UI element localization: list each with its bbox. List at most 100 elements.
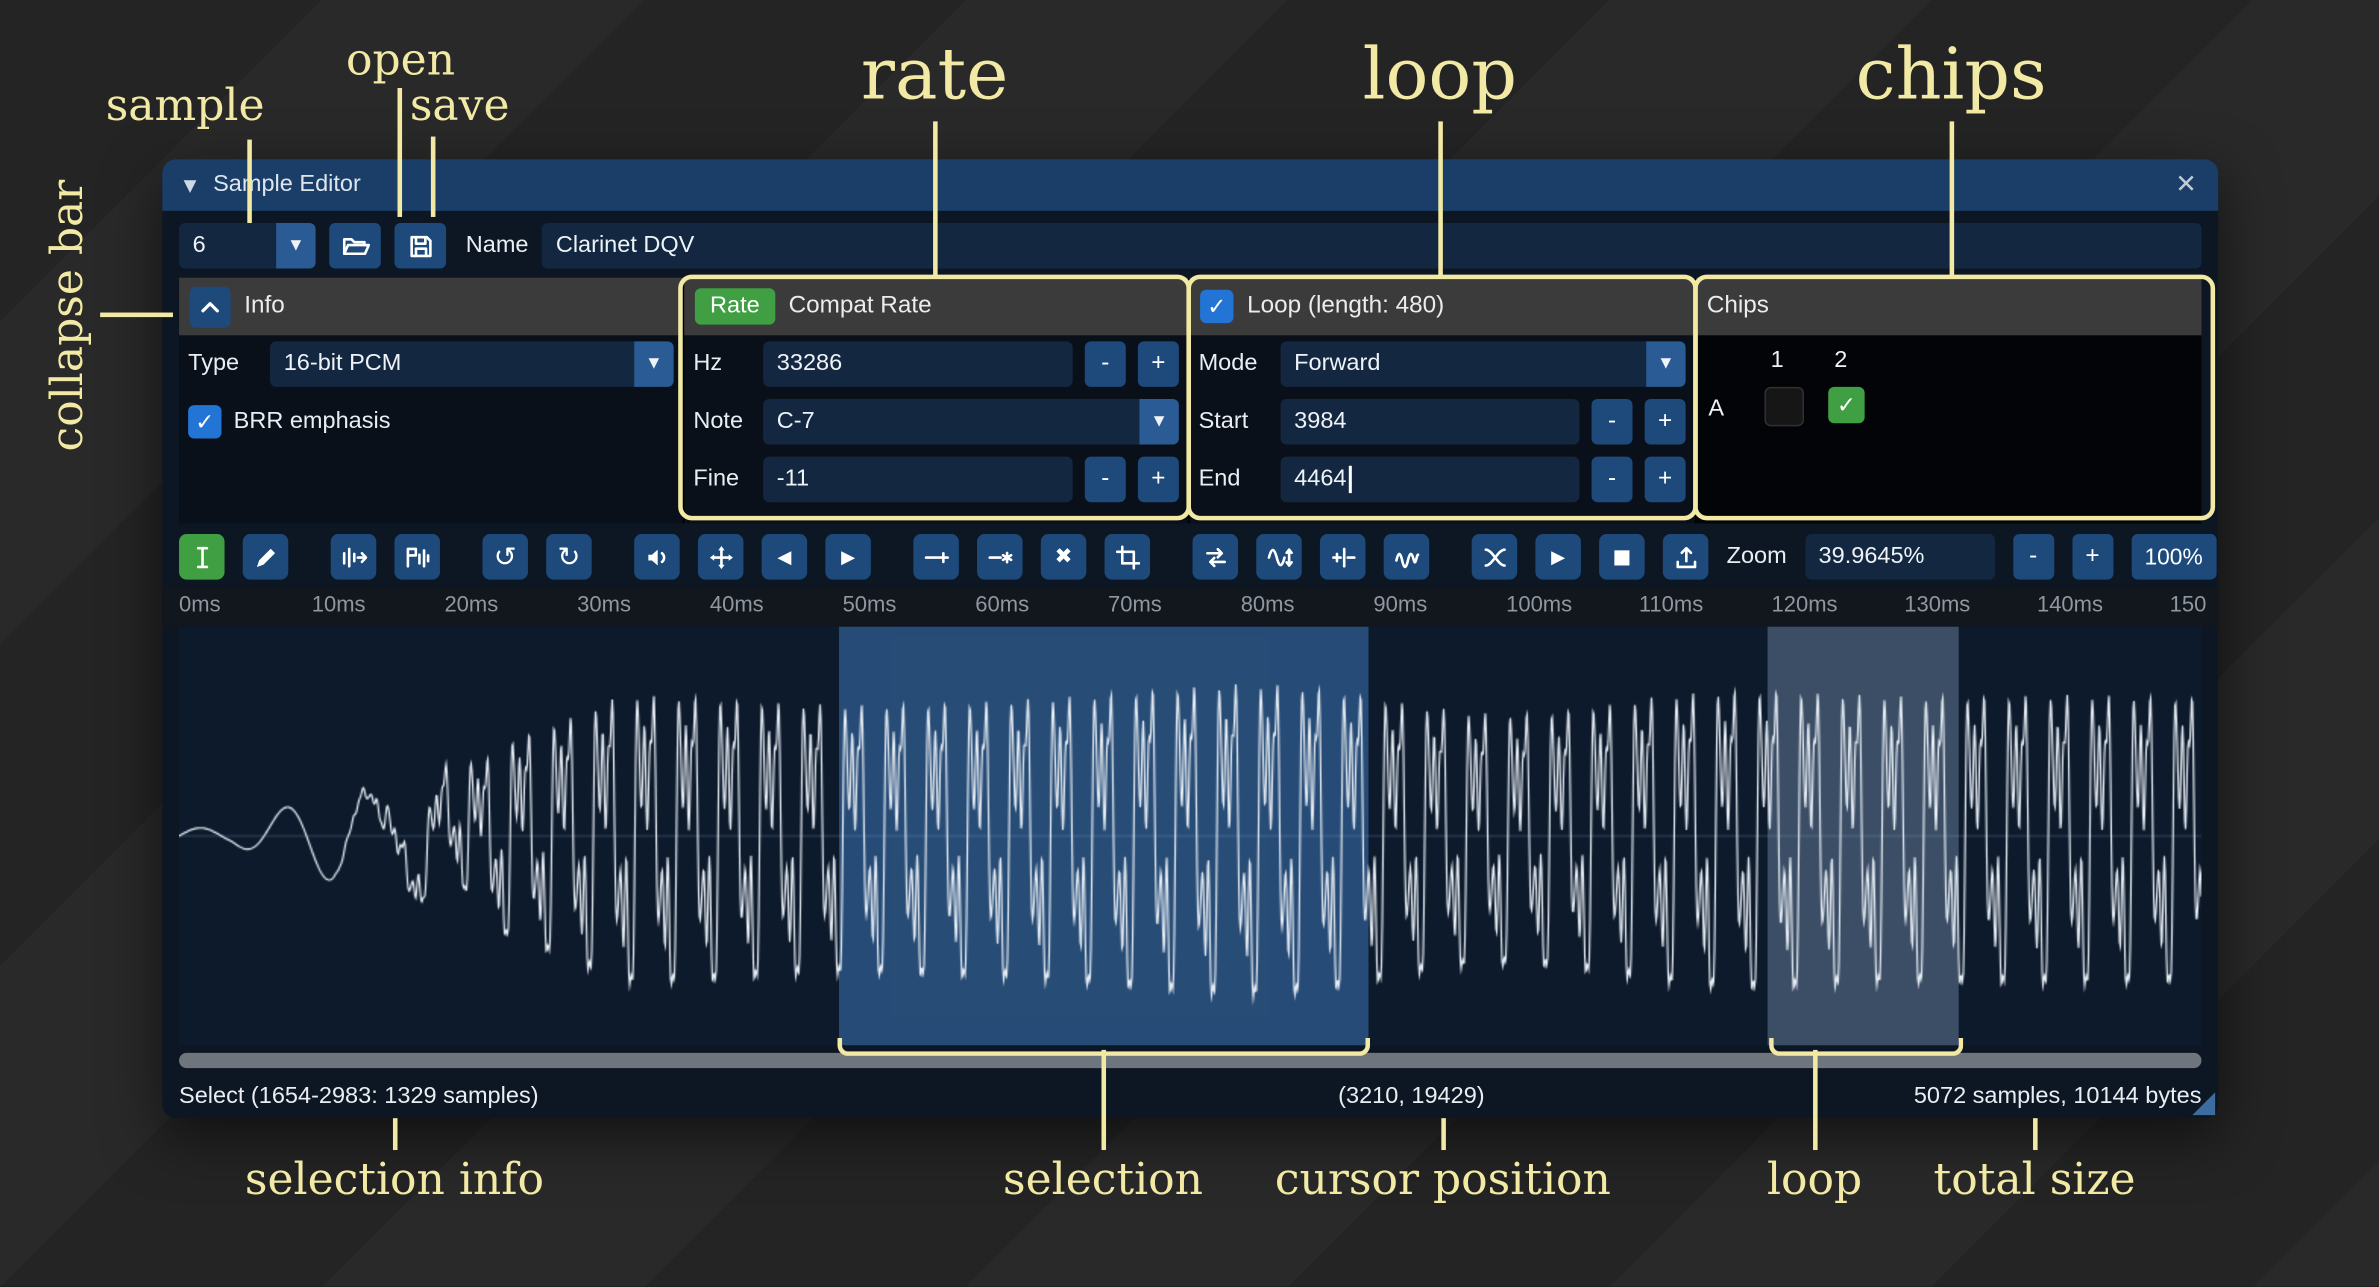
loop-panel-header: ✓ Loop (length: 480) — [1189, 278, 1694, 336]
type-label: Type — [188, 350, 258, 377]
crop-icon — [1113, 542, 1142, 571]
sample-type-select[interactable]: 16-bit PCM ▼ — [270, 341, 674, 387]
loop-mode-value: Forward — [1294, 350, 1380, 377]
apply-silence-button[interactable] — [977, 534, 1023, 580]
fine-increase-button[interactable]: + — [1138, 457, 1179, 503]
chip-1-checkbox[interactable] — [1765, 387, 1804, 426]
undo-icon: ↺ — [494, 541, 517, 573]
fade-out-button[interactable]: ▶ — [825, 534, 871, 580]
ruler-tick: 40ms — [710, 593, 764, 617]
loop-end-decrease-button[interactable]: - — [1592, 457, 1633, 503]
collapse-bar-button[interactable] — [190, 286, 231, 327]
ruler-tick: 10ms — [312, 593, 366, 617]
chevron-down-icon[interactable]: ▼ — [1646, 341, 1685, 387]
close-icon[interactable]: ✕ — [2175, 170, 2197, 200]
filter-wave-icon — [1392, 542, 1421, 571]
delete-button[interactable]: ✖ — [1041, 534, 1087, 580]
filter-button[interactable] — [1384, 534, 1430, 580]
crossfade-button[interactable] — [1472, 534, 1518, 580]
waveform-display[interactable] — [179, 627, 2201, 1046]
hz-decrease-button[interactable]: - — [1085, 341, 1126, 387]
chevron-down-icon[interactable]: ▼ — [634, 341, 673, 387]
upload-button[interactable] — [1663, 534, 1709, 580]
trim-button[interactable] — [1105, 534, 1151, 580]
chevron-down-icon[interactable]: ▼ — [1139, 399, 1178, 445]
loop-end-input[interactable]: 4464 — [1281, 457, 1580, 503]
resize-grip[interactable] — [2192, 1092, 2215, 1115]
stop-button[interactable]: ■ — [1599, 534, 1645, 580]
sample-header-row: 6 ▼ Name Clarinet DQV — [179, 223, 2201, 269]
preview-button[interactable]: ▶ — [1535, 534, 1581, 580]
annotation-loop-marker: loop — [1767, 1153, 1862, 1205]
amplify-button[interactable] — [634, 534, 680, 580]
zoom-out-button[interactable]: - — [2013, 534, 2054, 580]
redo-button[interactable]: ↻ — [546, 534, 592, 580]
reverse-arrows-icon — [1201, 542, 1230, 571]
loop-start-decrease-button[interactable]: - — [1592, 399, 1633, 445]
hz-increase-button[interactable]: + — [1138, 341, 1179, 387]
loop-enable-checkbox[interactable]: ✓ — [1200, 290, 1233, 323]
loop-mode-select[interactable]: Forward ▼ — [1281, 341, 1686, 387]
annotation-collapse-bar: collapse bar — [41, 180, 93, 452]
annotation-sample: sample — [106, 79, 265, 131]
resize-button[interactable] — [331, 534, 377, 580]
ruler-tick: 100ms — [1506, 593, 1572, 617]
leader-line — [1438, 121, 1442, 276]
loop-end-increase-button[interactable]: + — [1645, 457, 1686, 503]
chevron-down-icon[interactable]: ▼ — [276, 223, 315, 269]
rate-badge[interactable]: Rate — [695, 288, 775, 324]
leader-line — [2033, 1118, 2037, 1150]
ruler-tick: 50ms — [843, 593, 897, 617]
scrollbar-thumb[interactable] — [179, 1053, 2201, 1068]
collapse-triangle-icon[interactable]: ▼ — [184, 175, 197, 195]
fade-in-button[interactable]: ◀ — [762, 534, 808, 580]
insert-silence-icon — [922, 542, 951, 571]
horizontal-scrollbar[interactable] — [179, 1053, 2201, 1068]
brr-emphasis-checkbox[interactable]: ✓ — [188, 405, 221, 438]
four-arrows-icon — [706, 542, 735, 571]
normalize-button[interactable] — [698, 534, 744, 580]
sample-number-select[interactable]: 6 ▼ — [179, 223, 316, 269]
draw-tool-button[interactable] — [243, 534, 289, 580]
apply-silence-icon — [985, 542, 1014, 571]
sign-button[interactable] — [1320, 534, 1366, 580]
reverse-button[interactable] — [1193, 534, 1239, 580]
invert-button[interactable] — [1256, 534, 1302, 580]
loop-start-increase-button[interactable]: + — [1645, 399, 1686, 445]
select-tool-button[interactable] — [179, 534, 225, 580]
leader-line — [398, 88, 402, 217]
timeline-ruler[interactable]: 0ms10ms20ms30ms40ms50ms60ms70ms80ms90ms1… — [162, 587, 2218, 626]
annotation-save: save — [410, 79, 510, 131]
save-button[interactable] — [394, 223, 446, 269]
brr-emphasis-label: BRR emphasis — [234, 408, 391, 435]
window-titlebar[interactable]: ▼ Sample Editor ✕ — [162, 159, 2218, 211]
invert-wave-icon — [1265, 542, 1294, 571]
open-button[interactable] — [329, 223, 381, 269]
zoom-input[interactable]: 39.9645% — [1805, 534, 1995, 580]
fine-decrease-button[interactable]: - — [1085, 457, 1126, 503]
check-icon: ✓ — [1837, 391, 1856, 418]
loop-start-input[interactable]: 3984 — [1281, 399, 1580, 445]
annotation-chips: chips — [1856, 33, 2047, 116]
sample-type-value: 16-bit PCM — [284, 350, 402, 377]
note-value: C-7 — [777, 408, 815, 435]
upload-icon — [1671, 542, 1700, 571]
insert-silence-button[interactable] — [913, 534, 959, 580]
zoom-reset-button[interactable]: 100% — [2131, 534, 2216, 580]
note-select[interactable]: C-7 ▼ — [763, 399, 1179, 445]
zoom-in-button[interactable]: + — [2072, 534, 2113, 580]
status-bar: Select (1654-2983: 1329 samples) (3210, … — [179, 1071, 2201, 1118]
leader-line — [933, 121, 937, 276]
ruler-tick: 20ms — [444, 593, 498, 617]
name-label: Name — [466, 232, 529, 259]
undo-button[interactable]: ↺ — [482, 534, 528, 580]
leader-line — [1101, 1050, 1105, 1150]
resample-button[interactable] — [394, 534, 440, 580]
hz-input[interactable]: 33286 — [763, 341, 1073, 387]
crossfade-icon — [1480, 542, 1509, 571]
fine-input[interactable]: -11 — [763, 457, 1073, 503]
loop-end-label: End — [1199, 466, 1269, 493]
sample-number-value: 6 — [179, 223, 276, 269]
chip-2-checkbox[interactable]: ✓ — [1828, 387, 1864, 423]
desktop-background: sample open save rate loop chips collaps… — [0, 0, 2379, 1287]
